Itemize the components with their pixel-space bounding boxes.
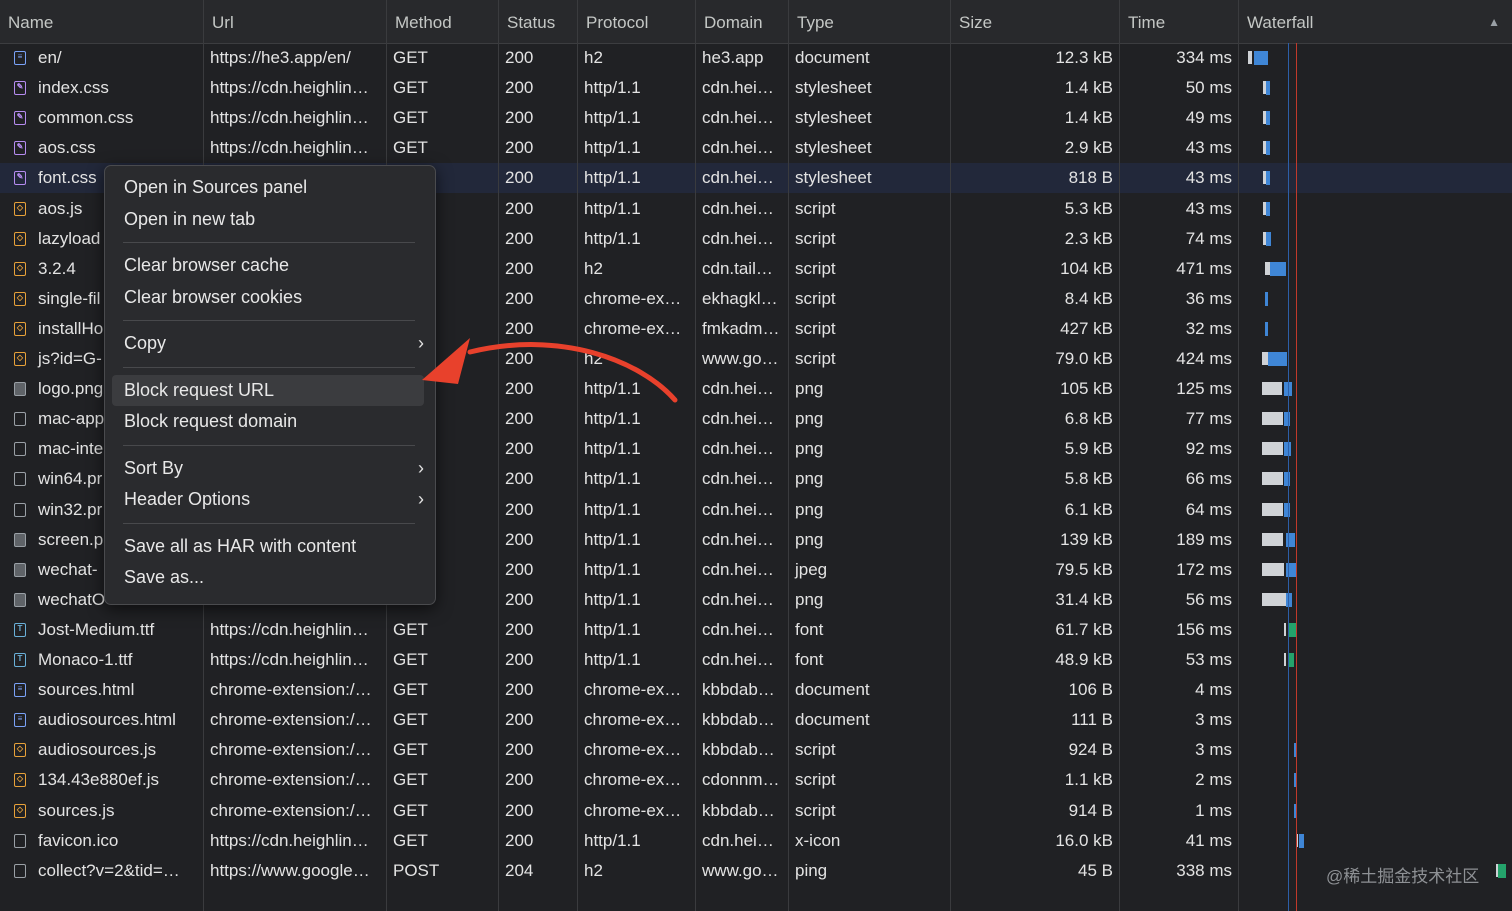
- watermark: @稀土掘金技术社区: [1326, 867, 1480, 886]
- annotation-arrow: [422, 338, 678, 403]
